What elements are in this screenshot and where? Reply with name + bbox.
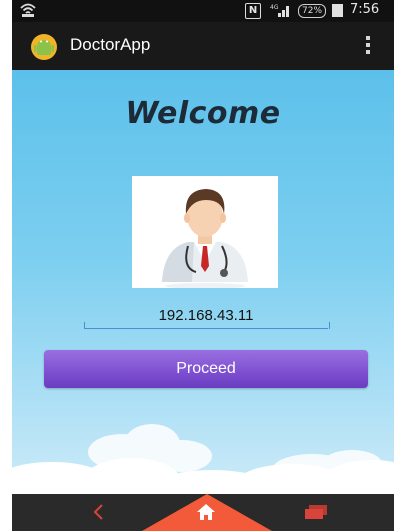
back-icon[interactable] xyxy=(90,502,106,522)
nfc-icon: N xyxy=(245,3,261,19)
battery-icon xyxy=(332,4,343,17)
recent-apps-icon[interactable] xyxy=(304,504,328,520)
clock-time: 7:56 xyxy=(350,2,380,17)
main-content: Welcome Proc xyxy=(12,70,394,494)
home-icon[interactable] xyxy=(196,503,216,521)
wifi-icon xyxy=(20,3,36,17)
doctor-avatar-image xyxy=(132,176,278,288)
network-type-label: 4G xyxy=(270,4,279,11)
overflow-menu-icon[interactable] xyxy=(364,34,372,58)
status-bar: N 4G 72% 7:56 xyxy=(12,0,394,22)
signal-icon: 4G xyxy=(270,4,289,17)
welcome-heading: Welcome xyxy=(125,96,281,131)
app-title: DoctorApp xyxy=(70,35,151,54)
server-ip-input[interactable] xyxy=(84,302,328,329)
proceed-button[interactable]: Proceed xyxy=(44,350,368,388)
action-bar: DoctorApp xyxy=(12,22,394,70)
clouds-background xyxy=(12,424,394,494)
phone-screen: N 4G 72% 7:56 DoctorApp Welcome 192.168.… xyxy=(12,0,394,531)
android-app-icon xyxy=(31,34,57,60)
navigation-bar xyxy=(12,494,394,531)
battery-percent: 72% xyxy=(298,4,327,18)
